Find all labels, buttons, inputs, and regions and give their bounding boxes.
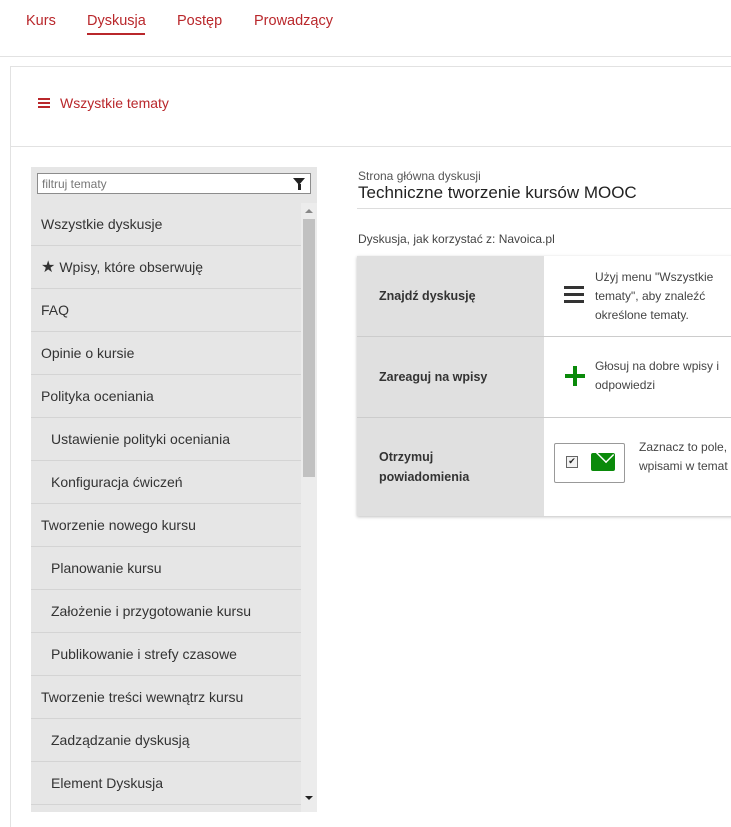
plus-icon — [565, 366, 585, 386]
guide-row-notify: Otrzymuj powiadomienia ✔ Zaznacz to pole… — [357, 418, 731, 516]
topic-course-planning[interactable]: Planowanie kursu — [31, 547, 301, 590]
checkbox-icon: ✔ — [566, 456, 578, 468]
guide-row-content-cell: ✔ Zaznacz to pole, wpisami w temat — [544, 418, 731, 516]
topic-label: Element Dyskusja — [51, 775, 164, 791]
topic-label: Ustawienie polityki oceniania — [51, 431, 230, 447]
guide-row-find: Znajdź dyskusję Użyj menu "Wszystkie tem… — [357, 256, 731, 336]
topic-label: Wszystkie dyskusje — [41, 216, 163, 232]
howto-prefix: Dyskusja, jak korzystać z: — [358, 232, 496, 246]
topic-course-setup[interactable]: Założenie i przygotowanie kursu — [31, 590, 301, 633]
topics-scrollbar[interactable] — [301, 203, 317, 812]
guide-heading-line: powiadomienia — [379, 470, 470, 484]
guide-text-line: Zaznacz to pole, — [639, 440, 728, 454]
guide-heading: Znajdź dyskusję — [379, 289, 476, 303]
topic-content-creation[interactable]: Tworzenie treści wewnątrz kursu — [31, 676, 301, 719]
topic-new-course[interactable]: Tworzenie nowego kursu — [31, 504, 301, 547]
topic-list: Wszystkie dyskusje ★ Wpisy, które obserwu… — [31, 203, 301, 805]
guide-row-heading-cell: Otrzymuj powiadomienia — [357, 418, 544, 516]
guide-row-heading-cell: Zareaguj na wpisy — [357, 337, 544, 417]
topic-label: Opinie o kursie — [41, 345, 135, 361]
topic-faq[interactable]: FAQ — [31, 289, 301, 332]
topic-grading-policy-setup[interactable]: Ustawienie polityki oceniania — [31, 418, 301, 461]
course-tabs: Kurs Dyskusja Postęp Prowadzący — [0, 0, 731, 57]
tab-instructors[interactable]: Prowadzący — [254, 13, 333, 29]
topic-label: Wpisy, które obserwuję — [59, 259, 204, 275]
topic-label: FAQ — [41, 302, 70, 318]
topic-label: Tworzenie treści wewnątrz kursu — [41, 689, 244, 705]
title-divider — [357, 208, 731, 209]
topic-grading-policy[interactable]: Polityka oceniania — [31, 375, 301, 418]
guide-text-line: tematy", aby znaleźć — [595, 289, 706, 303]
topics-sidebar: Wszystkie dyskusje ★Wpisy, które obserwu… — [31, 167, 317, 812]
menu-icon — [38, 98, 50, 108]
guide-row-heading-cell: Znajdź dyskusję — [357, 256, 544, 336]
topic-all-discussions[interactable]: Wszystkie dyskusje — [31, 203, 301, 246]
topic-filter — [37, 173, 311, 194]
active-tab-underline — [87, 33, 145, 35]
page-title: Techniczne tworzenie kursów MOOC — [358, 183, 637, 202]
tab-course[interactable]: Kurs — [26, 13, 56, 29]
guide-text: Zaznacz to pole, wpisami w temat — [639, 438, 728, 476]
topic-filter-input[interactable] — [38, 174, 282, 193]
scrollbar-thumb[interactable] — [303, 219, 315, 477]
howto-line: Dyskusja, jak korzystać z: Navoica.pl — [358, 232, 555, 246]
topic-course-feedback[interactable]: Opinie o kursie — [31, 332, 301, 375]
guide-row-content-cell: Głosuj na dobre wpisy i odpowiedzi — [544, 337, 731, 417]
guide-text: Użyj menu "Wszystkie tematy", aby znaleź… — [595, 268, 713, 325]
guide-text-line: Użyj menu "Wszystkie — [595, 270, 714, 284]
topic-label: Założenie i przygotowanie kursu — [51, 603, 251, 619]
tab-progress[interactable]: Postęp — [177, 13, 222, 29]
guide-row-react: Zareaguj na wpisy Głosuj na dobre wpisy … — [357, 337, 731, 417]
topic-following[interactable]: ★ Wpisy, które obserwuję — [31, 246, 301, 289]
discussion-guide: Znajdź dyskusję Użyj menu "Wszystkie tem… — [357, 256, 731, 516]
topic-exercise-config[interactable]: Konfiguracja ćwiczeń — [31, 461, 301, 504]
guide-text-line: określone tematy. — [595, 308, 689, 322]
tab-discussion[interactable]: Dyskusja — [87, 13, 146, 29]
guide-row-content-cell: Użyj menu "Wszystkie tematy", aby znaleź… — [544, 256, 731, 336]
topic-discussion-management[interactable]: Zadządzanie dyskusją — [31, 719, 301, 762]
howto-site: Navoica.pl — [498, 232, 555, 246]
guide-text-line: Głosuj na dobre wpisy i — [595, 359, 720, 373]
envelope-icon — [591, 453, 615, 471]
all-topics-label: Wszystkie tematy — [60, 95, 169, 111]
topic-label: Konfiguracja ćwiczeń — [51, 474, 183, 490]
scroll-up-icon[interactable] — [305, 209, 313, 213]
scroll-down-icon[interactable] — [305, 796, 313, 800]
topic-label: Publikowanie i strefy czasowe — [51, 646, 237, 662]
topic-discussion-element[interactable]: Element Dyskusja — [31, 762, 301, 805]
menu-icon — [564, 286, 584, 303]
topic-label: Polityka oceniania — [41, 388, 154, 404]
topic-label: Tworzenie nowego kursu — [41, 517, 196, 533]
topic-publishing[interactable]: Publikowanie i strefy czasowe — [31, 633, 301, 676]
star-icon: ★ — [41, 259, 56, 276]
topic-label: Zadządzanie dyskusją — [51, 732, 190, 748]
guide-text-line: odpowiedzi — [595, 378, 656, 392]
guide-text: Głosuj na dobre wpisy i odpowiedzi — [595, 357, 719, 395]
guide-text-line: wpisami w temat — [639, 459, 728, 473]
guide-heading: Zareaguj na wpisy — [379, 370, 488, 384]
all-topics-button[interactable]: Wszystkie tematy — [11, 67, 731, 147]
guide-heading-line: Otrzymuj — [379, 450, 434, 464]
notify-example: ✔ — [554, 443, 625, 483]
breadcrumb: Strona główna dyskusji — [358, 169, 481, 183]
topic-label: Planowanie kursu — [51, 560, 162, 576]
filter-icon[interactable] — [293, 178, 305, 190]
